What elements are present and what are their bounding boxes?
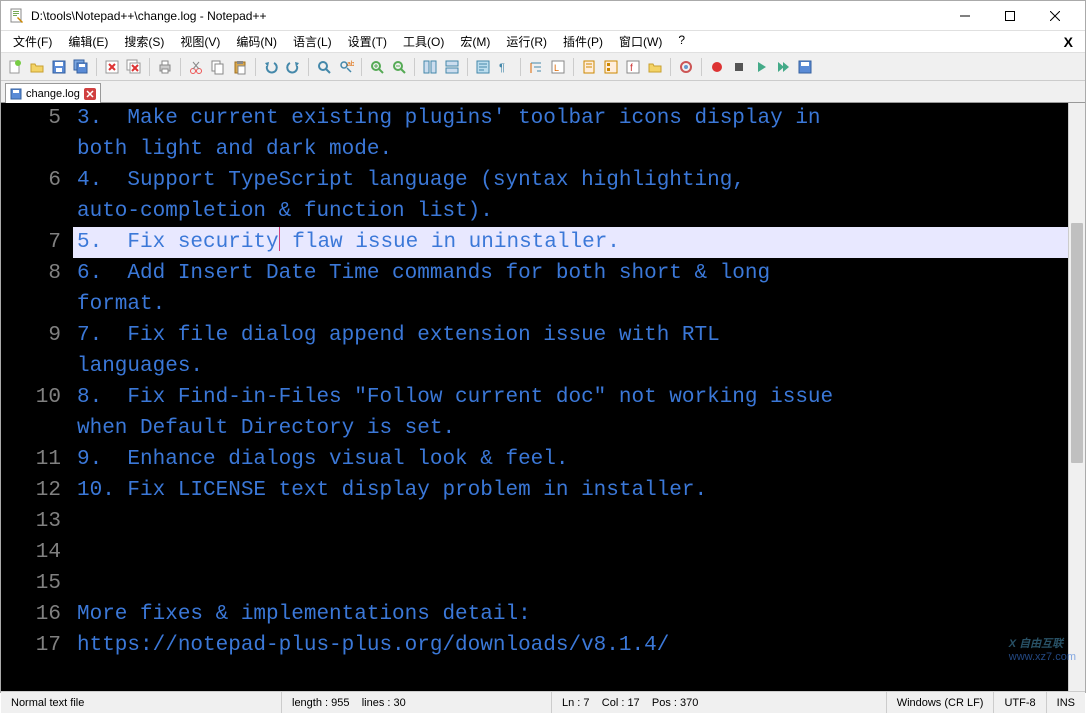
cut-icon[interactable]: [186, 57, 206, 77]
close-button[interactable]: [1032, 2, 1077, 30]
svg-text:f: f: [630, 63, 633, 74]
wrap-icon[interactable]: [473, 57, 493, 77]
code-line[interactable]: More fixes & implementations detail:: [73, 599, 1085, 630]
indent-guide-icon[interactable]: [526, 57, 546, 77]
app-icon: [9, 8, 25, 24]
minimize-button[interactable]: [942, 2, 987, 30]
code-line[interactable]: 5. Fix security flaw issue in uninstalle…: [73, 227, 1085, 258]
window-title: D:\tools\Notepad++\change.log - Notepad+…: [31, 9, 942, 23]
zoom-in-icon[interactable]: [367, 57, 387, 77]
code-line[interactable]: [73, 537, 1085, 568]
status-position: Ln : 7 Col : 17 Pos : 370: [551, 692, 781, 713]
editor-area[interactable]: 567891011121314151617 3. Make current ex…: [1, 103, 1085, 691]
svg-text:ab: ab: [347, 61, 354, 68]
doc-map-icon[interactable]: [579, 57, 599, 77]
close-all-icon[interactable]: [124, 57, 144, 77]
status-encoding[interactable]: UTF-8: [993, 692, 1045, 713]
play-macro-icon[interactable]: [751, 57, 771, 77]
save-all-icon[interactable]: [71, 57, 91, 77]
menu-e[interactable]: 编辑(E): [60, 31, 116, 52]
open-file-icon[interactable]: [27, 57, 47, 77]
new-file-icon[interactable]: [5, 57, 25, 77]
print-icon[interactable]: [155, 57, 175, 77]
code-line[interactable]: format.: [73, 289, 1085, 320]
status-file-type: Normal text file: [1, 692, 281, 713]
menu-[interactable]: ?: [670, 31, 693, 52]
window-controls: [942, 2, 1077, 30]
function-list-icon[interactable]: f: [623, 57, 643, 77]
tab-label: change.log: [26, 88, 80, 100]
menu-s[interactable]: 搜索(S): [116, 31, 172, 52]
code-line[interactable]: [73, 568, 1085, 599]
folder-tree-icon[interactable]: [645, 57, 665, 77]
window-title-bar: D:\tools\Notepad++\change.log - Notepad+…: [1, 1, 1085, 31]
status-eol[interactable]: Windows (CR LF): [886, 692, 994, 713]
tab-close-icon[interactable]: [84, 88, 96, 100]
menu-f[interactable]: 文件(F): [5, 31, 60, 52]
menu-t[interactable]: 设置(T): [340, 31, 395, 52]
redo-icon[interactable]: [283, 57, 303, 77]
status-col: Col : 17: [602, 697, 640, 709]
status-length: length : 955: [292, 697, 350, 709]
monitor-icon[interactable]: [676, 57, 696, 77]
menu-l[interactable]: 语言(L): [285, 31, 340, 52]
toolbar: ab ¶ L f: [1, 53, 1085, 81]
record-macro-icon[interactable]: [707, 57, 727, 77]
sync-v-icon[interactable]: [420, 57, 440, 77]
code-line[interactable]: 8. Fix Find-in-Files "Follow current doc…: [73, 382, 1085, 413]
tab-change-log[interactable]: change.log: [5, 83, 101, 103]
menu-n[interactable]: 编码(N): [228, 31, 285, 52]
code-line[interactable]: auto-completion & function list).: [73, 196, 1085, 227]
code-line[interactable]: 9. Enhance dialogs visual look & feel.: [73, 444, 1085, 475]
status-lines: lines : 30: [362, 697, 406, 709]
svg-text:L: L: [554, 63, 559, 73]
code-content[interactable]: 3. Make current existing plugins' toolba…: [73, 103, 1085, 691]
status-length-lines: length : 955 lines : 30: [281, 692, 551, 713]
paste-icon[interactable]: [230, 57, 250, 77]
menu-o[interactable]: 工具(O): [395, 31, 452, 52]
code-line[interactable]: languages.: [73, 351, 1085, 382]
save-macro-icon[interactable]: [795, 57, 815, 77]
code-line[interactable]: https://notepad-plus-plus.org/downloads/…: [73, 630, 1085, 661]
code-line[interactable]: when Default Directory is set.: [73, 413, 1085, 444]
code-line[interactable]: both light and dark mode.: [73, 134, 1085, 165]
tab-bar: change.log: [1, 81, 1085, 103]
line-number-gutter: 567891011121314151617: [1, 103, 73, 691]
close-file-icon[interactable]: [102, 57, 122, 77]
code-line[interactable]: [73, 506, 1085, 537]
status-ln: Ln : 7: [562, 697, 590, 709]
play-multi-icon[interactable]: [773, 57, 793, 77]
menu-bar-close-button[interactable]: X: [1056, 34, 1081, 50]
stop-macro-icon[interactable]: [729, 57, 749, 77]
menu-p[interactable]: 插件(P): [555, 31, 611, 52]
copy-icon[interactable]: [208, 57, 228, 77]
code-line[interactable]: 7. Fix file dialog append extension issu…: [73, 320, 1085, 351]
menu-w[interactable]: 窗口(W): [611, 31, 670, 52]
code-line[interactable]: 10. Fix LICENSE text display problem in …: [73, 475, 1085, 506]
find-icon[interactable]: [314, 57, 334, 77]
sync-h-icon[interactable]: [442, 57, 462, 77]
menu-m[interactable]: 宏(M): [452, 31, 498, 52]
file-saved-icon: [10, 88, 22, 100]
svg-text:¶: ¶: [499, 62, 505, 74]
status-insert-mode[interactable]: INS: [1046, 692, 1085, 713]
code-line[interactable]: 3. Make current existing plugins' toolba…: [73, 103, 1085, 134]
zoom-out-icon[interactable]: [389, 57, 409, 77]
language-icon[interactable]: L: [548, 57, 568, 77]
show-all-chars-icon[interactable]: ¶: [495, 57, 515, 77]
doc-list-icon[interactable]: [601, 57, 621, 77]
code-line[interactable]: 6. Add Insert Date Time commands for bot…: [73, 258, 1085, 289]
undo-icon[interactable]: [261, 57, 281, 77]
vertical-scrollbar[interactable]: [1068, 103, 1085, 691]
menu-r[interactable]: 运行(R): [498, 31, 555, 52]
status-bar: Normal text file length : 955 lines : 30…: [1, 691, 1085, 713]
save-icon[interactable]: [49, 57, 69, 77]
scrollbar-thumb[interactable]: [1071, 223, 1083, 463]
code-line[interactable]: 4. Support TypeScript language (syntax h…: [73, 165, 1085, 196]
status-pos: Pos : 370: [652, 697, 698, 709]
replace-icon[interactable]: ab: [336, 57, 356, 77]
menu-v[interactable]: 视图(V): [172, 31, 228, 52]
menu-bar: 文件(F)编辑(E)搜索(S)视图(V)编码(N)语言(L)设置(T)工具(O)…: [1, 31, 1085, 53]
maximize-button[interactable]: [987, 2, 1032, 30]
